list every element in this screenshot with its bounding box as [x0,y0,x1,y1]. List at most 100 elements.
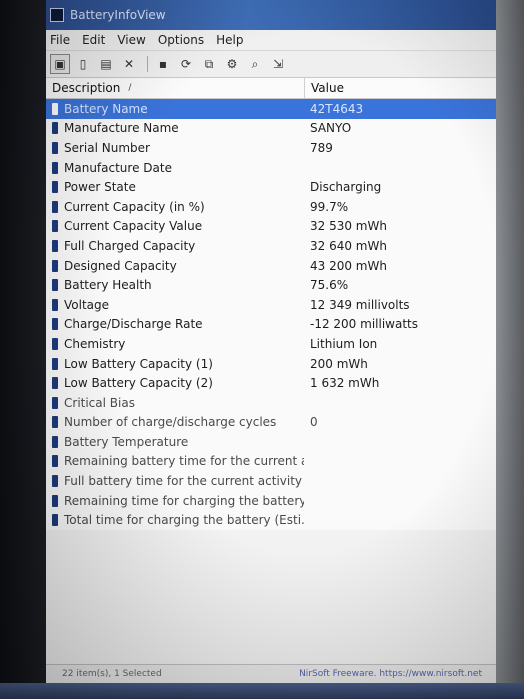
list-item[interactable]: Serial Number 789 [46,138,496,158]
row-description-text: Charge/Discharge Rate [64,317,203,332]
list-item[interactable]: Manufacture Date [46,158,496,178]
list-item[interactable]: Battery Name 42T4643 [46,99,496,119]
list-item[interactable]: Manufacture Name SANYO [46,119,496,139]
copy-icon[interactable]: ▯ [73,54,93,74]
list-item[interactable]: Current Capacity Value 32 530 mWh [46,217,496,237]
row-description: Remaining battery time for the current a… [46,454,304,468]
row-description: Remaining time for charging the battery.… [46,494,304,508]
battery-icon [52,514,58,527]
row-value: 12 349 millivolts [310,297,410,312]
battery-icon [52,102,58,115]
row-value: 200 mWh [310,356,368,371]
list-item[interactable]: Current Capacity (in %) 99.7% [46,197,496,217]
sort-arrow-icon: / [128,83,132,93]
list-item[interactable]: Number of charge/discharge cycles 0 [46,413,496,433]
delete-icon[interactable]: ✕ [119,54,139,74]
battery-icon [52,122,58,135]
battery-icon [52,494,58,507]
row-description-text: Low Battery Capacity (1) [64,356,213,371]
row-description-text: Battery Temperature [64,434,189,449]
row-description: Manufacture Date [46,161,304,175]
battery-icon [52,318,58,331]
screen-bezel-left [0,0,46,699]
app-window: BatteryInfoView File Edit View Options H… [46,0,496,699]
copy-selected-icon[interactable]: ⧉ [199,54,219,74]
row-description-text: Full battery time for the current activi… [64,474,304,489]
list-item[interactable]: Chemistry Lithium Ion [46,334,496,354]
row-value: 1 632 mWh [310,376,380,391]
row-description-text: Manufacture Name [64,121,179,136]
row-description-text: Current Capacity Value [64,219,203,234]
list-item[interactable]: Low Battery Capacity (2) 1 632 mWh [46,373,496,393]
row-description-text: Critical Bias [64,395,135,410]
row-value: Discharging [310,180,382,195]
row-value: 75.6% [310,278,349,293]
toolbar-separator [147,56,148,72]
row-description: Power State [46,180,304,194]
save-icon[interactable]: ▪ [153,54,173,74]
row-description: Battery Name [46,102,304,116]
row-description: Manufacture Name [46,121,304,135]
list-item[interactable]: Full Charged Capacity 32 640 mWh [46,236,496,256]
list-item[interactable]: Power State Discharging [46,177,496,197]
refresh-icon[interactable]: ⟳ [176,54,196,74]
row-value: -12 200 milliwatts [310,317,418,332]
battery-icon [52,161,58,174]
options-icon[interactable]: ⚙ [222,54,242,74]
list-item[interactable]: Total time for charging the battery (Est… [46,510,496,530]
properties-icon[interactable]: ▣ [50,54,70,74]
column-header-description[interactable]: Description / [46,78,305,98]
list-item[interactable]: Critical Bias [46,393,496,413]
menu-help[interactable]: Help [216,33,243,47]
row-value: Lithium Ion [310,336,378,351]
row-description: Battery Health [46,278,304,292]
status-credit-link[interactable]: NirSoft Freeware. https://www.nirsoft.ne… [299,669,496,679]
app-icon [50,8,64,22]
toolbar: ▣ ▯ ▤ ✕ ▪ ⟳ ⧉ ⚙ ⌕ ⇲ [46,51,496,78]
title-bar[interactable]: BatteryInfoView [46,0,496,30]
html-report-icon[interactable]: ▤ [96,54,116,74]
list-item[interactable]: Remaining battery time for the current a… [46,452,496,472]
column-header-value[interactable]: Value [305,78,344,98]
exit-icon[interactable]: ⇲ [268,54,288,74]
status-bar: 22 item(s), 1 Selected NirSoft Freeware.… [46,664,496,683]
find-icon[interactable]: ⌕ [245,54,265,74]
row-value: 43 200 mWh [310,258,387,273]
row-description: Charge/Discharge Rate [46,317,304,331]
row-description: Voltage [46,298,304,312]
row-description: Low Battery Capacity (1) [46,357,304,371]
battery-icon [52,337,58,350]
list-item[interactable]: Battery Temperature [46,432,496,452]
list-item[interactable]: Voltage 12 349 millivolts [46,295,496,315]
battery-icon [52,298,58,311]
menu-file[interactable]: File [50,33,70,47]
list-item[interactable]: Charge/Discharge Rate -12 200 milliwatts [46,315,496,335]
row-description: Designed Capacity [46,259,304,273]
row-description: Current Capacity Value [46,219,304,233]
battery-icon [52,377,58,390]
row-description: Number of charge/discharge cycles [46,415,304,429]
battery-icon [52,357,58,370]
battery-icon [52,475,58,488]
list-item[interactable]: Full battery time for the current activi… [46,471,496,491]
status-item-count: 22 item(s), 1 Selected [62,669,162,679]
row-description: Full Charged Capacity [46,239,304,253]
menu-options[interactable]: Options [158,33,204,47]
row-description-text: Serial Number [64,140,150,155]
row-description: Total time for charging the battery (Est… [46,513,304,527]
list-item[interactable]: Designed Capacity 43 200 mWh [46,256,496,276]
row-description-text: Power State [64,180,136,195]
list-item[interactable]: Battery Health 75.6% [46,275,496,295]
row-value: 32 530 mWh [310,219,387,234]
row-description-text: Total time for charging the battery (Est… [64,513,304,528]
row-description-text: Full Charged Capacity [64,238,196,253]
list-item[interactable]: Low Battery Capacity (1) 200 mWh [46,354,496,374]
battery-icon [52,279,58,292]
list-item[interactable]: Remaining time for charging the battery.… [46,491,496,511]
menu-bar: File Edit View Options Help [46,30,496,51]
row-description-text: Manufacture Date [64,160,172,175]
battery-icon [52,200,58,213]
menu-edit[interactable]: Edit [82,33,105,47]
row-description: Chemistry [46,337,304,351]
menu-view[interactable]: View [117,33,145,47]
